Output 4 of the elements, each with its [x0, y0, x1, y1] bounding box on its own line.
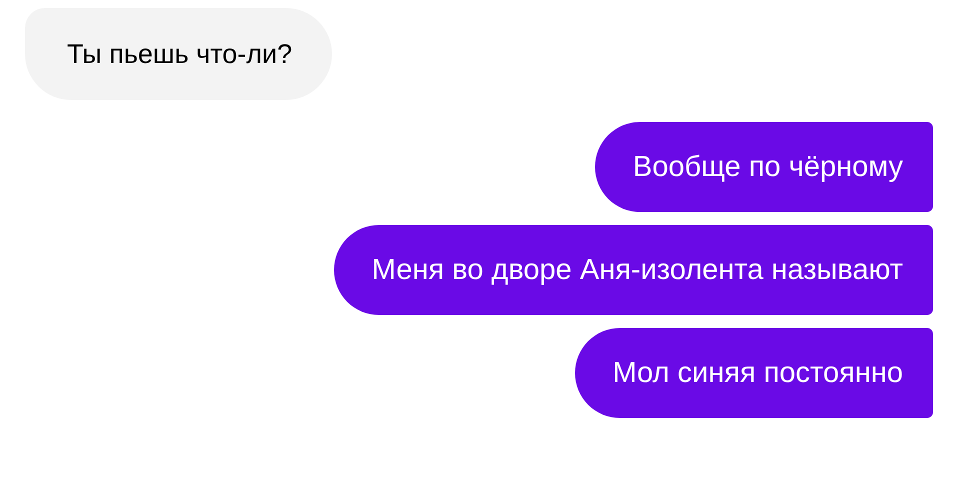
- sent-message: Вообще по чёрному: [594, 122, 933, 212]
- received-message: Ты пьешь что-ли?: [25, 8, 332, 100]
- sent-message: Меня во дворе Аня-изолента называют: [334, 225, 933, 315]
- sent-message: Мол синяя постоянно: [574, 328, 933, 418]
